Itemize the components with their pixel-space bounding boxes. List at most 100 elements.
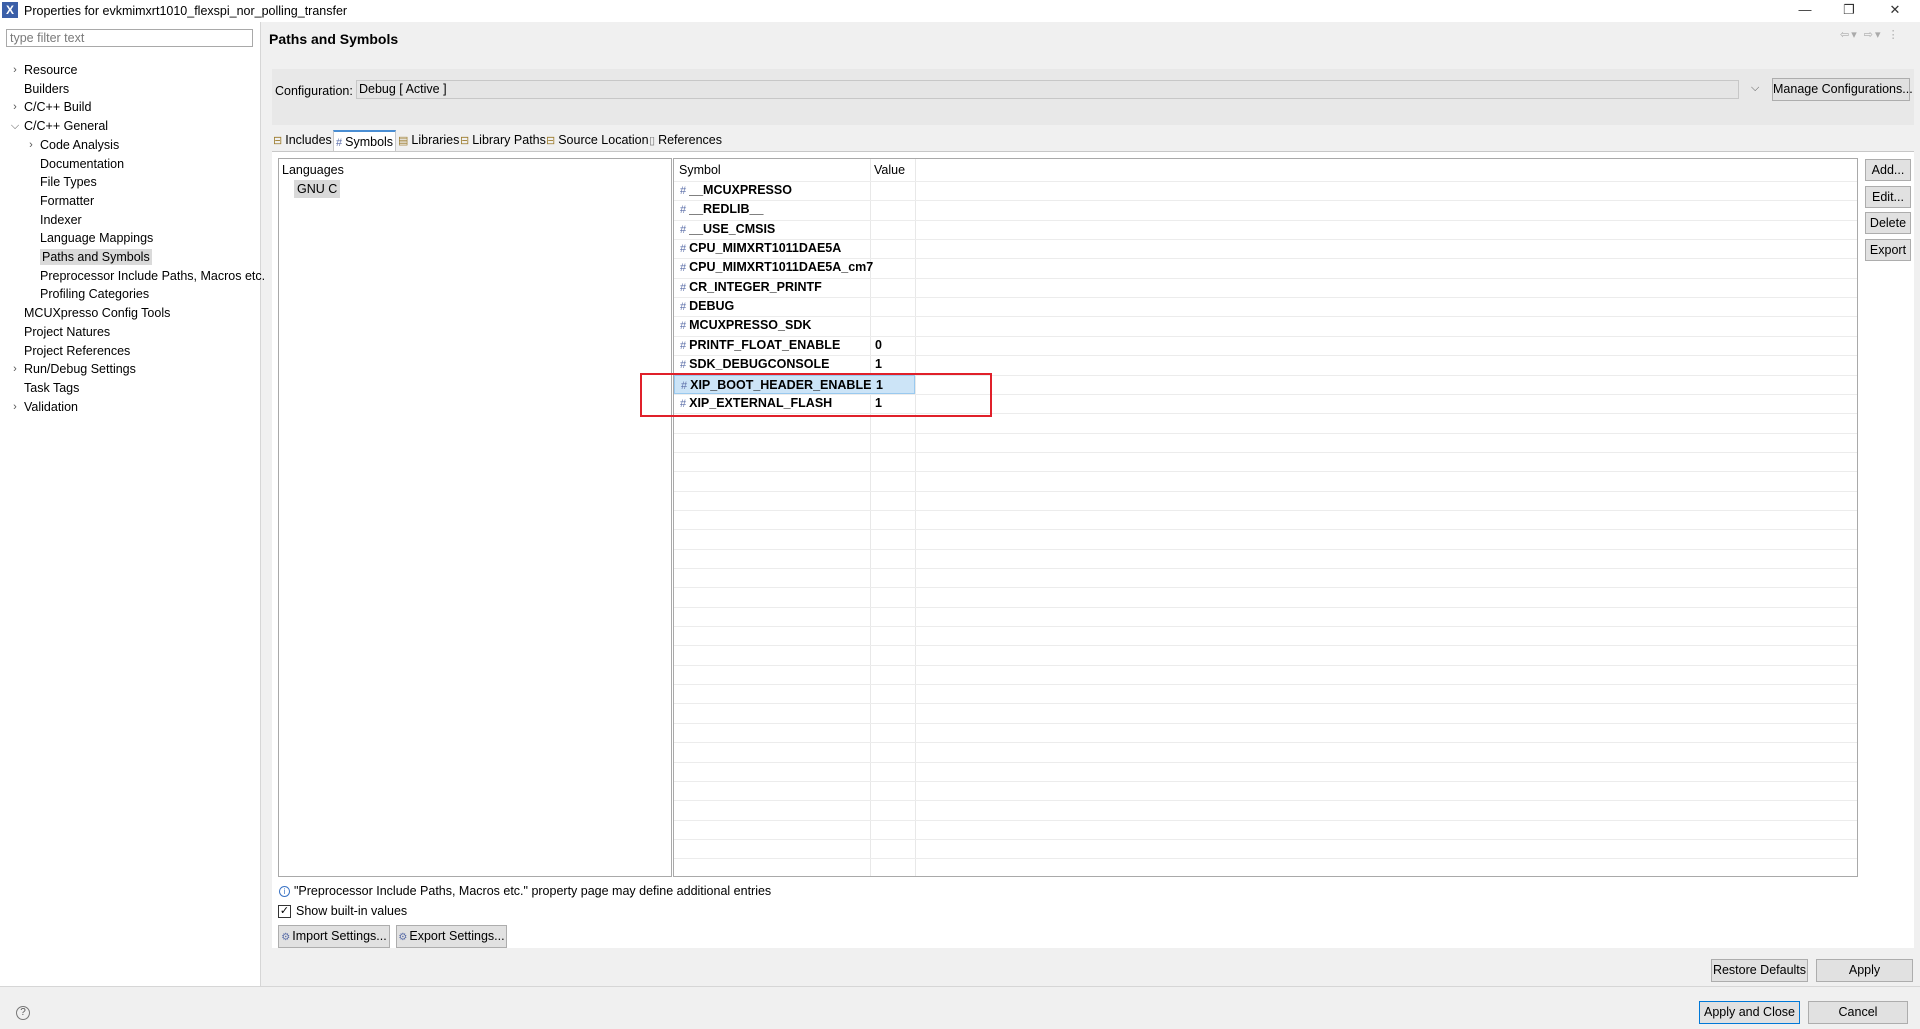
close-window-button[interactable]: ✕ [1872, 0, 1918, 22]
tree-item[interactable]: Run/Debug Settings [24, 360, 136, 378]
tab-libraries[interactable]: ▤ Libraries [398, 130, 459, 151]
delete-button[interactable]: Delete [1865, 212, 1911, 234]
tab-symbols[interactable]: # Symbols [333, 130, 397, 151]
row-divider [674, 471, 1857, 473]
filter-input[interactable] [6, 29, 253, 47]
info-icon: i [279, 886, 290, 898]
hash-icon: # [680, 339, 687, 352]
import-settings-button[interactable]: ⚙ Import Settings... [278, 925, 390, 948]
tree-item-label: Run/Debug Settings [24, 362, 136, 377]
tree-item[interactable]: C/C++ Build [24, 98, 91, 116]
tree-item-label: Indexer [40, 212, 82, 227]
tree-item[interactable]: C/C++ General [24, 117, 108, 135]
tree-item[interactable]: File Types [40, 173, 97, 191]
apply-and-close-button[interactable]: Apply and Close [1699, 1001, 1800, 1024]
export-button[interactable]: Export [1865, 239, 1911, 261]
tree-item[interactable]: Documentation [40, 155, 124, 173]
table-row[interactable]: # MCUXPRESSO_SDK [674, 316, 914, 335]
manage-configurations-button[interactable]: Manage Configurations... [1772, 78, 1913, 101]
tree-item[interactable]: MCUXpresso Config Tools [24, 304, 170, 322]
export-settings-button[interactable]: ⚙ Export Settings... [396, 925, 507, 948]
row-divider [674, 432, 1857, 434]
chevron-right-icon[interactable]: › [25, 136, 37, 154]
table-row[interactable]: # CR_INTEGER_PRINTF [674, 278, 914, 297]
tree-item-label: Code Analysis [40, 137, 120, 152]
tab-includes[interactable]: ⊟ Includes [273, 130, 332, 151]
tree-item-label: Profiling Categories [40, 287, 150, 302]
tree-item[interactable]: Builders [24, 80, 69, 98]
table-row[interactable]: # SDK_DEBUGCONSOLE 1 [674, 355, 914, 374]
tree-item-label: Paths and Symbols [40, 249, 152, 265]
restore-button[interactable]: ❐ [1826, 0, 1872, 22]
table-row[interactable]: # DEBUG [674, 297, 914, 316]
row-divider [674, 722, 1857, 724]
hash-icon: # [336, 137, 343, 149]
languages-list[interactable] [278, 158, 672, 877]
tree-item[interactable]: Task Tags [24, 379, 79, 397]
table-row[interactable]: # __REDLIB__ [674, 200, 914, 219]
tree-item-label: C/C++ General [24, 119, 109, 134]
page-title: Paths and Symbols [269, 31, 399, 47]
document-icon: ▯ [649, 135, 656, 147]
tree-item[interactable]: Code Analysis [40, 136, 119, 154]
symbol-value: 1 [875, 357, 882, 372]
navigation-arrows-icon[interactable]: ⇦▾ ⇨▾ ⋮ [1840, 28, 1901, 41]
show-builtin-checkbox-row[interactable]: ✓ Show built-in values [278, 904, 407, 919]
tree-item[interactable]: Profiling Categories [40, 285, 149, 303]
chevron-right-icon[interactable]: › [9, 360, 21, 378]
language-item-gnu-c[interactable]: GNU C [294, 180, 341, 198]
row-divider [674, 626, 1857, 628]
restore-defaults-button[interactable]: Restore Defaults [1711, 959, 1808, 982]
tree-item[interactable]: Resource [24, 61, 78, 79]
chevron-right-icon[interactable]: › [9, 398, 21, 416]
languages-header: Languages [282, 163, 344, 177]
tree-item-label: Preprocessor Include Paths, Macros etc. [40, 268, 266, 283]
tree-item[interactable]: Project Natures [24, 323, 110, 341]
tab-library-paths[interactable]: ⊟ Library Paths [460, 130, 546, 151]
cancel-button[interactable]: Cancel [1808, 1001, 1908, 1024]
chevron-right-icon[interactable]: › [9, 61, 21, 79]
row-divider [674, 761, 1857, 763]
import-icon: ⚙ [281, 932, 291, 943]
symbol-name: __REDLIB__ [689, 202, 764, 217]
hash-icon: # [680, 243, 687, 256]
tree-item[interactable]: Formatter [40, 192, 94, 210]
configuration-label: Configuration: [275, 84, 353, 98]
tree-item-label: Validation [24, 399, 78, 414]
table-row[interactable]: # __MCUXPRESSO [674, 181, 914, 200]
tree-item[interactable]: Project References [24, 342, 130, 360]
row-divider [674, 587, 1857, 589]
tab-references[interactable]: ▯ References [649, 130, 722, 151]
tree-item[interactable]: Language Mappings [40, 229, 153, 247]
tree-item[interactable]: Paths and Symbols [40, 248, 152, 266]
hash-icon: # [680, 262, 687, 275]
table-row[interactable]: # __USE_CMSIS [674, 220, 914, 239]
tree-item[interactable]: Validation [24, 398, 78, 416]
symbol-name: DEBUG [689, 299, 735, 314]
add-button[interactable]: Add... [1865, 159, 1911, 181]
table-row[interactable]: # PRINTF_FLOAT_ENABLE 0 [674, 336, 914, 355]
table-row[interactable]: # CPU_MIMXRT1011DAE5A [674, 239, 914, 258]
edit-button[interactable]: Edit... [1865, 186, 1911, 208]
hash-icon: # [680, 320, 687, 333]
hash-icon: # [680, 359, 687, 372]
tree-item[interactable]: Preprocessor Include Paths, Macros etc. [40, 267, 265, 285]
apply-button[interactable]: Apply [1816, 959, 1913, 982]
configuration-select[interactable]: Debug [ Active ] [356, 80, 1739, 99]
chevron-down-icon[interactable]: ⌵ [9, 117, 21, 135]
table-row[interactable]: # CPU_MIMXRT1011DAE5A_cm7 [674, 258, 914, 277]
chevron-down-icon[interactable]: ⌵ [1751, 82, 1759, 95]
minimize-button[interactable]: — [1782, 0, 1828, 22]
show-builtin-checkbox[interactable]: ✓ [278, 905, 291, 919]
symbol-name: MCUXPRESSO_SDK [689, 318, 812, 333]
row-divider [674, 645, 1857, 647]
tab-source-location[interactable]: ⊟ Source Location [546, 130, 649, 151]
property-tree-pane: ›ResourceBuilders›C/C++ Build⌵C/C++ Gene… [0, 22, 265, 986]
symbol-name: SDK_DEBUGCONSOLE [689, 357, 830, 372]
chevron-right-icon[interactable]: › [9, 98, 21, 116]
column-header-symbol[interactable]: Symbol [679, 163, 721, 177]
folder-icon: ⊟ [546, 135, 556, 147]
column-header-value[interactable]: Value [874, 163, 905, 177]
tree-item[interactable]: Indexer [40, 211, 82, 229]
help-icon[interactable]: ? [16, 1006, 30, 1020]
